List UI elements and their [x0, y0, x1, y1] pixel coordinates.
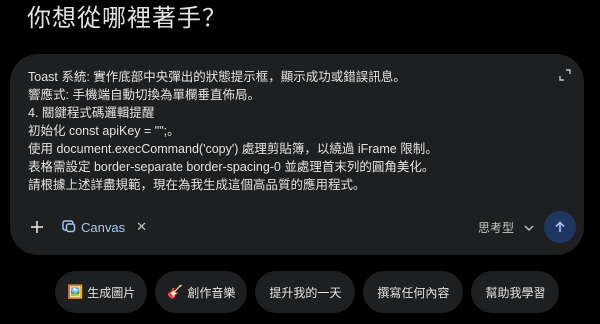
- arrow-up-icon: [555, 221, 565, 232]
- send-button[interactable]: [544, 211, 576, 243]
- suggestion-label: 撰寫任何內容: [377, 285, 450, 300]
- prompt-line: 使用 document.execCommand('copy') 處理剪貼簿，以繞…: [28, 142, 438, 156]
- suggestion-improve-day[interactable]: 提升我的一天: [255, 271, 356, 313]
- image-icon: 🖼️: [67, 284, 84, 300]
- gemini-home: 你想從哪裡著手？ Toast 系統: 實作底部中央彈出的狀態提示框，顯示成功或錯…: [0, 0, 600, 324]
- suggestion-label: 提升我的一天: [269, 285, 342, 300]
- composer-toolbar: Canvas ✕ 思考型: [10, 211, 584, 243]
- prompt-line: 響應式: 手機端自動切換為單欄垂直佈局。: [28, 88, 260, 102]
- suggestion-write-anything[interactable]: 撰寫任何內容: [363, 271, 464, 313]
- prompt-line: 初始化 const apiKey = "";。: [28, 124, 180, 138]
- model-label: 思考型: [477, 220, 514, 235]
- plus-icon: [31, 221, 43, 233]
- prompt-line: Toast 系統: 實作底部中央彈出的狀態提示框，顯示成功或錯誤訊息。: [28, 70, 406, 84]
- prompt-input[interactable]: Toast 系統: 實作底部中央彈出的狀態提示框，顯示成功或錯誤訊息。 響應式:…: [28, 68, 548, 194]
- suggestion-generate-image[interactable]: 🖼️ 生成圖片: [55, 271, 148, 313]
- prompt-line: 4. 關鍵程式碼邏輯提醒: [28, 106, 155, 120]
- prompt-composer[interactable]: Toast 系統: 實作底部中央彈出的狀態提示框，顯示成功或錯誤訊息。 響應式:…: [10, 54, 584, 255]
- suggestion-create-music[interactable]: 🎸 創作音樂: [155, 271, 248, 313]
- chevron-down-icon: [524, 220, 534, 234]
- canvas-tool-chip[interactable]: Canvas ✕: [56, 214, 153, 240]
- close-icon[interactable]: ✕: [136, 219, 147, 235]
- suggestion-label: 創作音樂: [187, 285, 236, 300]
- guitar-icon: 🎸: [167, 284, 184, 300]
- expand-icon[interactable]: [556, 66, 574, 84]
- suggestion-label: 幫助我學習: [485, 285, 546, 300]
- add-attachment-button[interactable]: [24, 214, 50, 240]
- suggestion-help-learn[interactable]: 幫助我學習: [471, 271, 560, 313]
- prompt-line: 請根據上述詳盡規範，現在為我生成這個高品質的應用程式。: [28, 178, 366, 192]
- canvas-chip-label: Canvas: [81, 219, 126, 235]
- prompt-line: 表格需設定 border-separate border-spacing-0 並…: [28, 160, 435, 174]
- page-heading: 你想從哪裡著手？: [27, 4, 227, 32]
- suggestion-label: 生成圖片: [87, 285, 136, 300]
- model-selector[interactable]: 思考型: [478, 214, 534, 240]
- canvas-icon: [62, 219, 76, 236]
- suggestion-chips: 🖼️ 生成圖片 🎸 創作音樂 提升我的一天 撰寫任何內容 幫助我學習: [55, 271, 560, 313]
